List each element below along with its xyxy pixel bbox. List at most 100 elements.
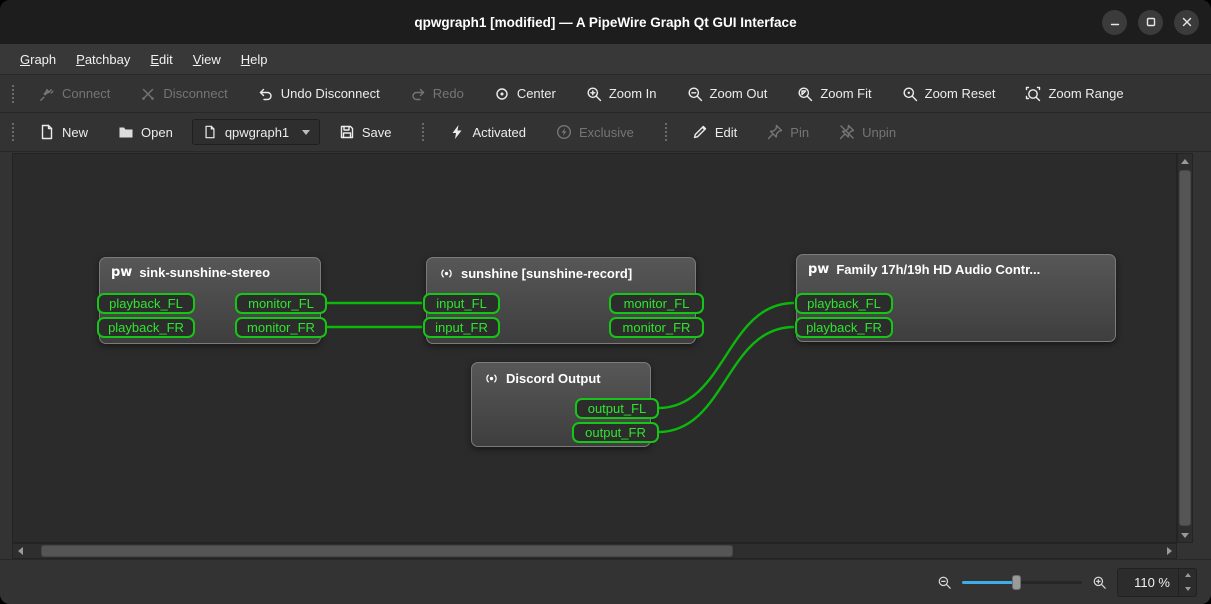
port-playback_FR[interactable]: playback_FR [795, 317, 893, 338]
vertical-scroll-track[interactable] [1178, 168, 1192, 528]
port-monitor_FL[interactable]: monitor_FL [235, 293, 327, 314]
graph-canvas[interactable]: pw sink-sunshine-stereo playback_FL play… [12, 153, 1177, 543]
zoom-in-label: Zoom In [608, 86, 657, 101]
port-playback_FR[interactable]: playback_FR [97, 317, 195, 338]
connect-label: Connect [62, 86, 111, 101]
undo-disconnect-label: Undo Disconnect [280, 86, 380, 101]
zoom-fit-label: Zoom Fit [820, 86, 872, 101]
redo-label: Redo [432, 86, 464, 101]
zoom-range-icon [1025, 86, 1041, 102]
vertical-scrollbar[interactable] [1177, 153, 1193, 543]
save-label: Save [361, 124, 392, 140]
record-icon [483, 370, 499, 386]
patchbay-toolbar: New Open qpwgraph1 Save Activated Exclus… [0, 113, 1211, 152]
toolbar-drag-handle[interactable] [662, 121, 669, 143]
menu-graph[interactable]: Graph [10, 44, 66, 74]
save-icon [339, 124, 355, 140]
zoom-slider[interactable] [962, 573, 1082, 591]
zoom-out-label: Zoom Out [709, 86, 768, 101]
minimize-button[interactable] [1102, 9, 1127, 35]
port-output_FR[interactable]: output_FR [572, 422, 659, 443]
menu-view[interactable]: View [183, 44, 231, 74]
port-monitor_FR[interactable]: monitor_FR [609, 317, 704, 338]
node-title: pw Family 17h/19h HD Audio Contr... [797, 255, 1115, 277]
zoom-slider-handle[interactable] [1012, 575, 1021, 590]
pin-button[interactable]: Pin [756, 119, 820, 145]
port-output_FL[interactable]: output_FL [575, 398, 659, 419]
zoom-slider-fill [962, 581, 1016, 584]
menu-edit[interactable]: Edit [140, 44, 182, 74]
save-button[interactable]: Save [328, 119, 403, 145]
port-playback_FL[interactable]: playback_FL [795, 293, 893, 314]
horizontal-scrollbar[interactable] [12, 543, 1177, 559]
port-input_FR[interactable]: input_FR [423, 317, 500, 338]
horizontal-scroll-thumb[interactable] [41, 545, 733, 557]
node-title-text: Discord Output [506, 370, 601, 386]
redo-button[interactable]: Redo [399, 81, 475, 107]
node-family-hd-audio[interactable]: pw Family 17h/19h HD Audio Contr... play… [795, 254, 1116, 342]
node-title-text: Family 17h/19h HD Audio Contr... [836, 262, 1041, 277]
maximize-button[interactable] [1138, 9, 1163, 35]
scroll-left-button[interactable] [13, 544, 27, 558]
node-sink-sunshine-stereo[interactable]: pw sink-sunshine-stereo playback_FL play… [97, 257, 327, 344]
zoom-spin-buttons [1178, 568, 1196, 596]
open-button[interactable]: Open [107, 119, 184, 145]
zoom-spin-down[interactable] [1179, 582, 1196, 596]
menu-patchbay[interactable]: Patchbay [66, 44, 140, 74]
patchbay-file-select[interactable]: qpwgraph1 [191, 119, 320, 145]
file-icon [202, 124, 218, 140]
zoom-in-icon[interactable] [1092, 575, 1107, 590]
activated-button[interactable]: Activated [438, 119, 536, 145]
zoom-range-button[interactable]: Zoom Range [1014, 81, 1134, 107]
maximize-icon [1143, 14, 1159, 30]
close-icon [1179, 14, 1195, 30]
vertical-scroll-thumb[interactable] [1179, 170, 1191, 526]
titlebar: qpwgraph1 [modified] — A PipeWire Graph … [0, 0, 1211, 44]
zoom-out-icon[interactable] [937, 575, 952, 590]
port-monitor_FR[interactable]: monitor_FR [235, 317, 327, 338]
node-discord-output[interactable]: Discord Output output_FL output_FR [471, 362, 659, 447]
exclusive-button[interactable]: Exclusive [545, 119, 645, 145]
zoom-reset-button[interactable]: Zoom Reset [891, 81, 1007, 107]
open-label: Open [141, 124, 173, 140]
scroll-down-button[interactable] [1178, 528, 1192, 542]
connect-button[interactable]: Connect [28, 81, 121, 107]
new-button[interactable]: New [28, 119, 99, 145]
node-sunshine[interactable]: sunshine [sunshine-record] input_FL inpu… [423, 257, 704, 344]
node-title: pw sink-sunshine-stereo [100, 258, 320, 280]
close-button[interactable] [1174, 9, 1199, 35]
menu-help[interactable]: Help [231, 44, 278, 74]
center-icon [494, 86, 510, 102]
activated-label: Activated [472, 124, 526, 140]
port-monitor_FL[interactable]: monitor_FL [609, 293, 704, 314]
zoom-in-button[interactable]: Zoom In [575, 81, 668, 107]
horizontal-scroll-track[interactable] [27, 544, 1162, 558]
window-title: qpwgraph1 [modified] — A PipeWire Graph … [414, 14, 797, 30]
zoom-spin-up[interactable] [1179, 569, 1196, 583]
zoom-range-label: Zoom Range [1048, 86, 1124, 101]
port-input_FL[interactable]: input_FL [423, 293, 500, 314]
unpin-icon [839, 124, 855, 140]
port-playback_FL[interactable]: playback_FL [97, 293, 195, 314]
center-button[interactable]: Center [483, 81, 567, 107]
node-title: sunshine [sunshine-record] [427, 258, 695, 281]
zoom-fit-button[interactable]: Zoom Fit [786, 81, 882, 107]
zoom-out-button[interactable]: Zoom Out [676, 81, 779, 107]
scroll-up-button[interactable] [1178, 154, 1192, 168]
toolbar-drag-handle[interactable] [10, 121, 16, 143]
edit-button[interactable]: Edit [681, 119, 748, 145]
zoom-out-icon [687, 86, 703, 102]
scroll-right-button[interactable] [1162, 544, 1176, 558]
toolbar-drag-handle[interactable] [420, 121, 427, 143]
canvas-area: pw sink-sunshine-stereo playback_FL play… [0, 152, 1211, 559]
disconnect-button[interactable]: Disconnect [129, 81, 238, 107]
pipewire-icon: pw [111, 265, 133, 280]
zoom-fit-icon [797, 86, 813, 102]
undo-disconnect-button[interactable]: Undo Disconnect [247, 81, 391, 107]
unpin-button[interactable]: Unpin [828, 119, 907, 145]
node-title: Discord Output [472, 363, 650, 386]
toolbar-drag-handle[interactable] [10, 82, 16, 105]
zoom-spinbox[interactable]: 110 % [1117, 567, 1197, 597]
disconnect-label: Disconnect [163, 86, 228, 101]
zoom-value[interactable]: 110 % [1118, 569, 1178, 596]
